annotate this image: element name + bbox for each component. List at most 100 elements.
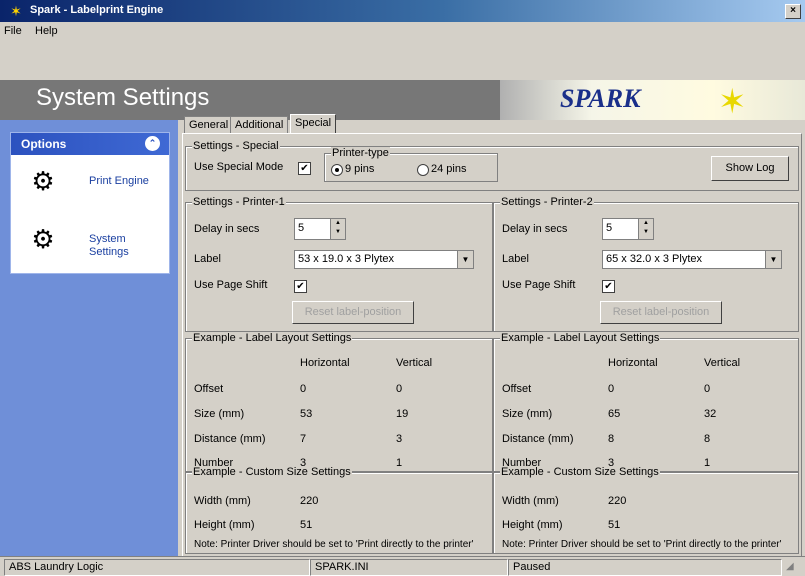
- row-label: Offset: [194, 383, 224, 395]
- width-value: 220: [608, 495, 627, 507]
- options-panel: Options ⌃ ⚙ Print Engine ⚙ System Settin…: [10, 132, 170, 274]
- group-label: Settings - Printer-1: [192, 196, 286, 208]
- use-special-mode-label: Use Special Mode: [194, 161, 284, 173]
- width-label: Width (mm): [502, 495, 559, 507]
- height-value: 51: [608, 519, 621, 531]
- reset-label-position-button[interactable]: Reset label-position: [600, 301, 722, 324]
- row-v-value: 32: [704, 408, 717, 420]
- height-label: Height (mm): [502, 519, 563, 531]
- row-v-value: 3: [396, 433, 403, 445]
- width-label: Width (mm): [194, 495, 251, 507]
- label-label: Label: [194, 253, 221, 265]
- radio-24-pins[interactable]: [417, 164, 429, 176]
- radio-24-pins-label: 24 pins: [431, 163, 467, 175]
- star-icon: ✶: [718, 83, 747, 121]
- window-title: Spark - Labelprint Engine: [30, 4, 164, 16]
- row-h-value: 8: [608, 433, 615, 445]
- height-value: 51: [300, 519, 313, 531]
- col-vertical: Vertical: [396, 357, 433, 369]
- printer-2-settings-group: Settings - Printer-2 Delay in secs 5 ▲ ▼ …: [493, 196, 799, 332]
- delay-spinner[interactable]: 5 ▲ ▼: [294, 218, 346, 240]
- group-label: Example - Label Layout Settings: [500, 332, 661, 344]
- print-engine-icon[interactable]: ⚙: [25, 163, 61, 199]
- radio-9-pins[interactable]: [331, 164, 343, 176]
- sidebar-item-system-settings[interactable]: System Settings: [89, 233, 149, 259]
- label-select-value: 53 x 19.0 x 3 Plytex: [298, 253, 394, 265]
- row-label: Offset: [502, 383, 532, 395]
- show-log-button[interactable]: Show Log: [711, 156, 789, 181]
- app-icon: ✶: [10, 3, 22, 19]
- chevron-down-icon[interactable]: ▼: [457, 251, 473, 268]
- spinner-arrows-icon[interactable]: ▲ ▼: [638, 219, 653, 239]
- printer-1-settings-group: Settings - Printer-1 Delay in secs 5 ▲ ▼ …: [185, 196, 493, 332]
- row-h-value: 53: [300, 408, 313, 420]
- special-group: Settings - Special Use Special Mode ✔ Pr…: [185, 140, 799, 191]
- label-select[interactable]: 53 x 19.0 x 3 Plytex ▼: [294, 250, 474, 269]
- row-v-value: 1: [396, 457, 403, 469]
- col-horizontal: Horizontal: [300, 357, 350, 369]
- delay-value: 5: [298, 222, 305, 234]
- printer-type-group: Printer-type 9 pins 24 pins: [324, 147, 498, 182]
- page-shift-label: Use Page Shift: [502, 279, 576, 291]
- logo-text: SPARK: [560, 84, 641, 113]
- spark-logo: SPARK ✶: [500, 80, 805, 121]
- label-select-value: 65 x 32.0 x 3 Plytex: [606, 253, 702, 265]
- group-label: Example - Custom Size Settings: [192, 466, 352, 478]
- reset-label-position-button[interactable]: Reset label-position: [292, 301, 414, 324]
- spinner-arrows-icon[interactable]: ▲ ▼: [330, 219, 345, 239]
- chevron-down-icon[interactable]: ▼: [765, 251, 781, 268]
- status-state: Paused: [508, 559, 782, 576]
- use-special-mode-checkbox[interactable]: ✔: [298, 162, 311, 175]
- row-h-value: 0: [300, 383, 307, 395]
- driver-note: Note: Printer Driver should be set to 'P…: [502, 539, 782, 550]
- collapse-icon[interactable]: ⌃: [145, 136, 160, 151]
- col-vertical: Vertical: [704, 357, 741, 369]
- system-settings-icon[interactable]: ⚙: [25, 221, 61, 257]
- page-shift-checkbox[interactable]: ✔: [602, 280, 615, 293]
- options-header: Options ⌃: [11, 133, 169, 155]
- content-area: General Additional Special Settings - Sp…: [178, 114, 805, 558]
- row-label: Size (mm): [502, 408, 553, 420]
- delay-label: Delay in secs: [502, 223, 568, 235]
- options-title: Options: [21, 137, 67, 151]
- row-v-value: 19: [396, 408, 409, 420]
- menu-file[interactable]: File: [4, 25, 22, 37]
- tab-special[interactable]: Special: [290, 114, 337, 134]
- row-v-value: 0: [396, 383, 403, 395]
- page-shift-label: Use Page Shift: [194, 279, 268, 291]
- width-value: 220: [300, 495, 319, 507]
- row-label: Distance (mm): [194, 433, 266, 445]
- row-h-value: 0: [608, 383, 615, 395]
- row-h-value: 7: [300, 433, 307, 445]
- printer-type-label: Printer-type: [331, 147, 390, 159]
- group-label: Settings - Special: [192, 140, 280, 152]
- printer-2-custom-size-group: Example - Custom Size Settings Width (mm…: [493, 466, 799, 554]
- row-v-value: 1: [704, 457, 711, 469]
- label-label: Label: [502, 253, 529, 265]
- resize-grip-icon[interactable]: ◢: [786, 561, 794, 572]
- col-horizontal: Horizontal: [608, 357, 658, 369]
- printer-2-layout-group: Example - Label Layout Settings Horizont…: [493, 332, 799, 472]
- group-label: Example - Label Layout Settings: [192, 332, 353, 344]
- status-bar: ABS Laundry Logic SPARK.INI Paused ◢: [0, 556, 805, 576]
- tab-additional[interactable]: Additional: [230, 116, 289, 134]
- label-select[interactable]: 65 x 32.0 x 3 Plytex ▼: [602, 250, 782, 269]
- close-button[interactable]: ×: [785, 4, 801, 19]
- sidebar-item-print-engine[interactable]: Print Engine: [89, 175, 149, 187]
- status-ini-file: SPARK.INI: [310, 559, 508, 576]
- menu-help[interactable]: Help: [35, 25, 58, 37]
- row-v-value: 8: [704, 433, 711, 445]
- delay-spinner[interactable]: 5 ▲ ▼: [602, 218, 654, 240]
- tab-general[interactable]: General: [184, 116, 234, 134]
- printer-1-custom-size-group: Example - Custom Size Settings Width (mm…: [185, 466, 493, 554]
- row-label: Size (mm): [194, 408, 245, 420]
- page-shift-checkbox[interactable]: ✔: [294, 280, 307, 293]
- row-v-value: 0: [704, 383, 711, 395]
- printer-1-layout-group: Example - Label Layout Settings Horizont…: [185, 332, 493, 472]
- menu-bar: File Help: [0, 22, 805, 40]
- driver-note: Note: Printer Driver should be set to 'P…: [194, 539, 474, 550]
- row-h-value: 65: [608, 408, 621, 420]
- radio-9-pins-label: 9 pins: [345, 163, 375, 175]
- page-title: System Settings: [36, 84, 210, 111]
- row-label: Distance (mm): [502, 433, 574, 445]
